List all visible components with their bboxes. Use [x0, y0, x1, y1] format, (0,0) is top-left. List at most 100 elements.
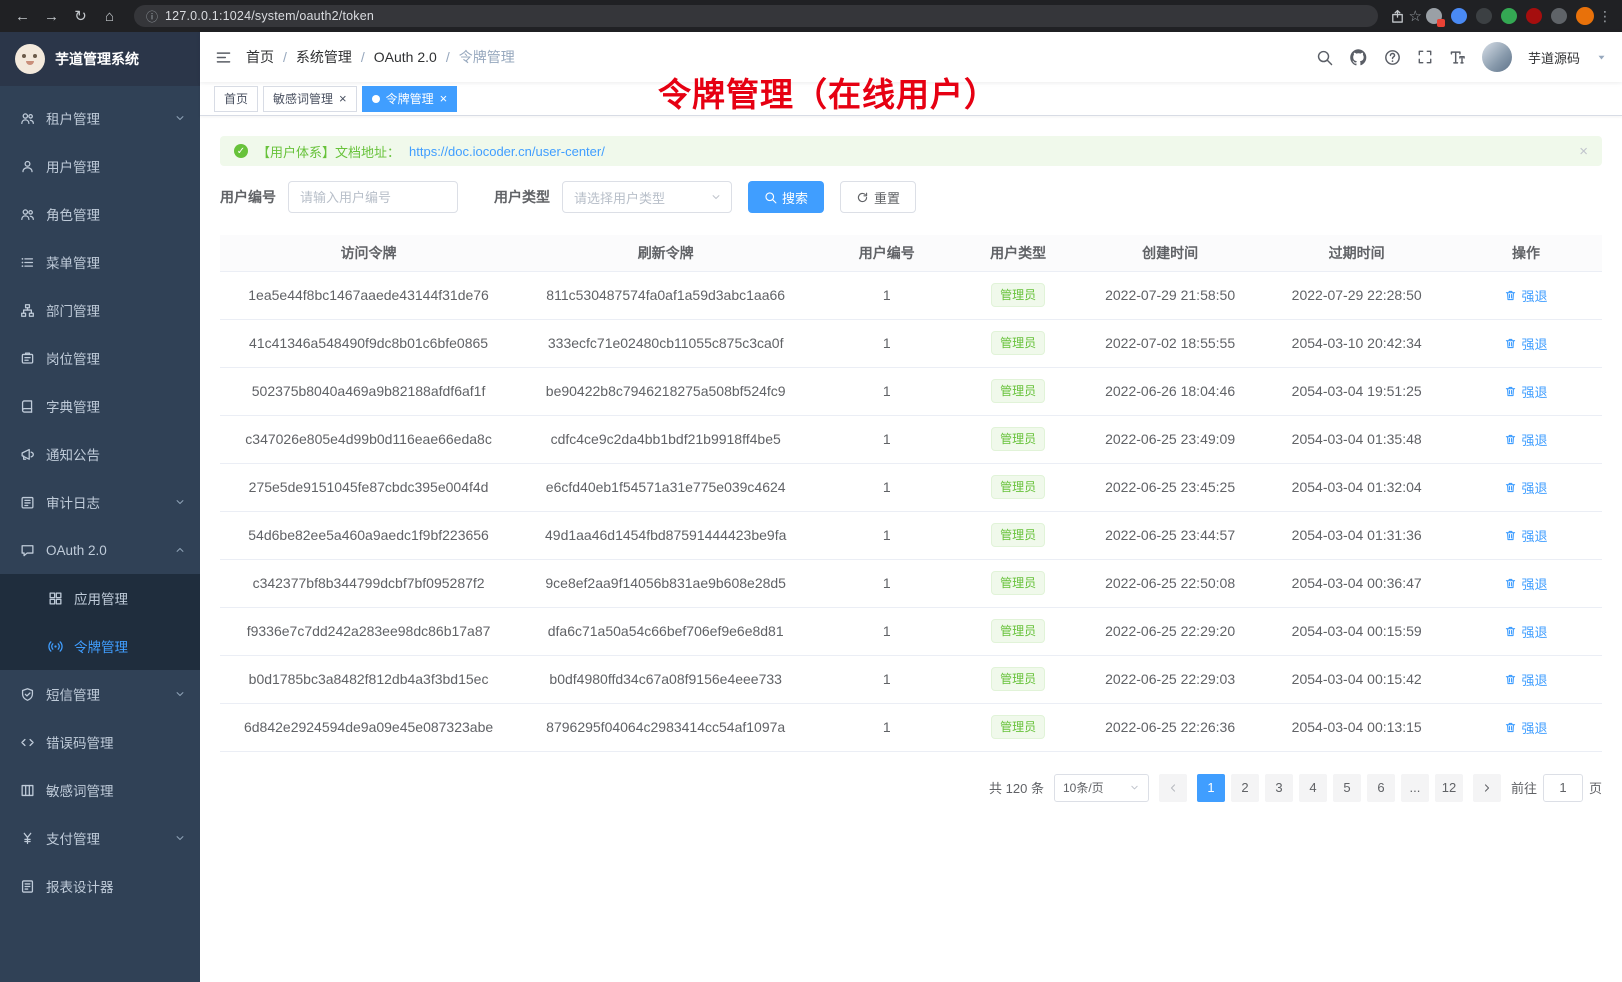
- tab-close-icon[interactable]: ×: [440, 92, 448, 105]
- tab-sensitive-word[interactable]: 敏感词管理×: [263, 86, 357, 112]
- table-header-row: 访问令牌刷新令牌用户编号用户类型创建时间过期时间操作: [220, 235, 1602, 271]
- blue-extension-icon[interactable]: [1451, 8, 1467, 24]
- sidebar-item-report-designer[interactable]: 报表设计器: [0, 862, 200, 910]
- sidebar-item-error-code[interactable]: 错误码管理: [0, 718, 200, 766]
- next-page-button[interactable]: [1473, 774, 1501, 802]
- bookmark-star-icon[interactable]: ☆: [1409, 7, 1422, 25]
- tab-close-icon[interactable]: ×: [339, 92, 347, 105]
- force-logout-button[interactable]: 强退: [1504, 334, 1547, 353]
- prev-page-button[interactable]: [1159, 774, 1187, 802]
- search-button[interactable]: 搜索: [748, 181, 824, 213]
- sidebar-item-tenant[interactable]: 租户管理: [0, 94, 200, 142]
- column-header: 过期时间: [1263, 235, 1450, 271]
- alert-close-icon[interactable]: ×: [1579, 143, 1588, 160]
- page-ellipsis[interactable]: ...: [1401, 774, 1429, 802]
- home-icon[interactable]: ⌂: [97, 4, 122, 28]
- sidebar-item-role[interactable]: 角色管理: [0, 190, 200, 238]
- tab-home[interactable]: 首页: [214, 86, 258, 112]
- breadcrumb-item[interactable]: 系统管理: [296, 47, 352, 67]
- force-logout-button[interactable]: 强退: [1504, 286, 1547, 305]
- force-logout-button[interactable]: 强退: [1504, 718, 1547, 737]
- page-size-select[interactable]: 10条/页: [1054, 774, 1149, 802]
- pinned-extension-icon[interactable]: [1426, 8, 1442, 24]
- gray-extension-icon[interactable]: [1551, 8, 1567, 24]
- caret-down-icon[interactable]: [1596, 52, 1607, 63]
- page-button-6[interactable]: 6: [1367, 774, 1395, 802]
- app-logo[interactable]: 芋道管理系统: [0, 32, 200, 86]
- force-logout-button[interactable]: 强退: [1504, 526, 1547, 545]
- font-size-icon[interactable]: [1449, 49, 1466, 66]
- force-logout-button[interactable]: 强退: [1504, 382, 1547, 401]
- page-button-12[interactable]: 12: [1435, 774, 1463, 802]
- sidebar-item-notice[interactable]: 通知公告: [0, 430, 200, 478]
- create-time-cell: 2022-06-25 22:50:08: [1077, 559, 1264, 607]
- sidebar-item-sms[interactable]: 短信管理: [0, 670, 200, 718]
- doc-link[interactable]: https://doc.iocoder.cn/user-center/: [409, 144, 605, 159]
- dark-extension-icon[interactable]: [1476, 8, 1492, 24]
- sidebar-item-dept[interactable]: 部门管理: [0, 286, 200, 334]
- fullscreen-icon[interactable]: [1417, 49, 1433, 65]
- page-button-4[interactable]: 4: [1299, 774, 1327, 802]
- search-icon[interactable]: [1316, 49, 1333, 66]
- back-icon[interactable]: ←: [10, 4, 35, 28]
- sidebar-item-user[interactable]: 用户管理: [0, 142, 200, 190]
- user-id-cell: 1: [814, 463, 959, 511]
- force-logout-button[interactable]: 强退: [1504, 478, 1547, 497]
- sidebar-item-oauth2[interactable]: OAuth 2.0: [0, 526, 200, 574]
- expire-time-cell: 2054-03-04 00:15:42: [1263, 655, 1450, 703]
- user-id-label: 用户编号: [220, 187, 278, 207]
- expire-time-cell: 2054-03-04 00:15:59: [1263, 607, 1450, 655]
- force-logout-button[interactable]: 强退: [1504, 670, 1547, 689]
- browser-menu-icon[interactable]: ⋮: [1598, 8, 1612, 25]
- green-extension-icon[interactable]: [1501, 8, 1517, 24]
- filter-bar: 用户编号 用户类型 请选择用户类型 搜索 重置: [220, 181, 1602, 213]
- github-icon[interactable]: [1349, 48, 1368, 67]
- sidebar-toggle-icon[interactable]: [215, 49, 232, 66]
- refresh-icon[interactable]: ↻: [68, 4, 93, 28]
- sidebar-item-sensitive-word[interactable]: 敏感词管理: [0, 766, 200, 814]
- page-button-1[interactable]: 1: [1197, 774, 1225, 802]
- chevron-down-icon: [1129, 782, 1140, 793]
- username[interactable]: 芋道源码: [1528, 48, 1580, 67]
- search-button-label: 搜索: [782, 188, 808, 207]
- tab-token[interactable]: 令牌管理×: [362, 86, 458, 112]
- red-extension-icon[interactable]: [1526, 8, 1542, 24]
- force-logout-button[interactable]: 强退: [1504, 622, 1547, 641]
- help-icon[interactable]: [1384, 49, 1401, 66]
- sidebar-item-oauth2-token[interactable]: 令牌管理: [0, 622, 200, 670]
- breadcrumb-item[interactable]: OAuth 2.0: [374, 49, 437, 65]
- sidebar-item-menu[interactable]: 菜单管理: [0, 238, 200, 286]
- logo-image: [15, 44, 45, 74]
- profile-avatar[interactable]: [1576, 7, 1594, 25]
- table-row: 1ea5e44f8bc1467aaede43144f31de76811c5304…: [220, 271, 1602, 319]
- force-logout-button[interactable]: 强退: [1504, 574, 1547, 593]
- forward-icon[interactable]: →: [39, 4, 64, 28]
- goto-page-input[interactable]: [1543, 774, 1583, 802]
- arrow-left-icon: [1167, 782, 1179, 794]
- address-bar[interactable]: ⓘ 127.0.0.1:1024/system/oauth2/token: [134, 5, 1378, 27]
- sidebar-item-post[interactable]: 岗位管理: [0, 334, 200, 382]
- sidebar-item-oauth2-app[interactable]: 应用管理: [0, 574, 200, 622]
- page-button-2[interactable]: 2: [1231, 774, 1259, 802]
- share-icon[interactable]: [1390, 9, 1405, 24]
- page-size-value: 10条/页: [1063, 779, 1104, 796]
- sidebar-item-dict[interactable]: 字典管理: [0, 382, 200, 430]
- sidebar: 芋道管理系统 租户管理用户管理角色管理菜单管理部门管理岗位管理字典管理通知公告审…: [0, 32, 200, 982]
- sidebar-item-label: 字典管理: [46, 396, 100, 416]
- sidebar-item-audit-log[interactable]: 审计日志: [0, 478, 200, 526]
- refresh-token-cell: e6cfd40eb1f54571a31e775e039c4624: [517, 463, 814, 511]
- user-type-badge: 管理员: [991, 379, 1045, 403]
- site-info-icon[interactable]: ⓘ: [146, 8, 158, 25]
- breadcrumb-item[interactable]: 首页: [246, 47, 274, 67]
- user-type-badge: 管理员: [991, 571, 1045, 595]
- page-button-3[interactable]: 3: [1265, 774, 1293, 802]
- action-cell: 强退: [1450, 367, 1602, 415]
- user-id-input[interactable]: [288, 181, 458, 213]
- user-type-select[interactable]: 请选择用户类型: [562, 181, 732, 213]
- page-button-5[interactable]: 5: [1333, 774, 1361, 802]
- sidebar-item-pay[interactable]: 支付管理: [0, 814, 200, 862]
- force-logout-label: 强退: [1521, 382, 1547, 401]
- force-logout-button[interactable]: 强退: [1504, 430, 1547, 449]
- reset-button[interactable]: 重置: [840, 181, 916, 213]
- user-avatar[interactable]: [1482, 42, 1512, 72]
